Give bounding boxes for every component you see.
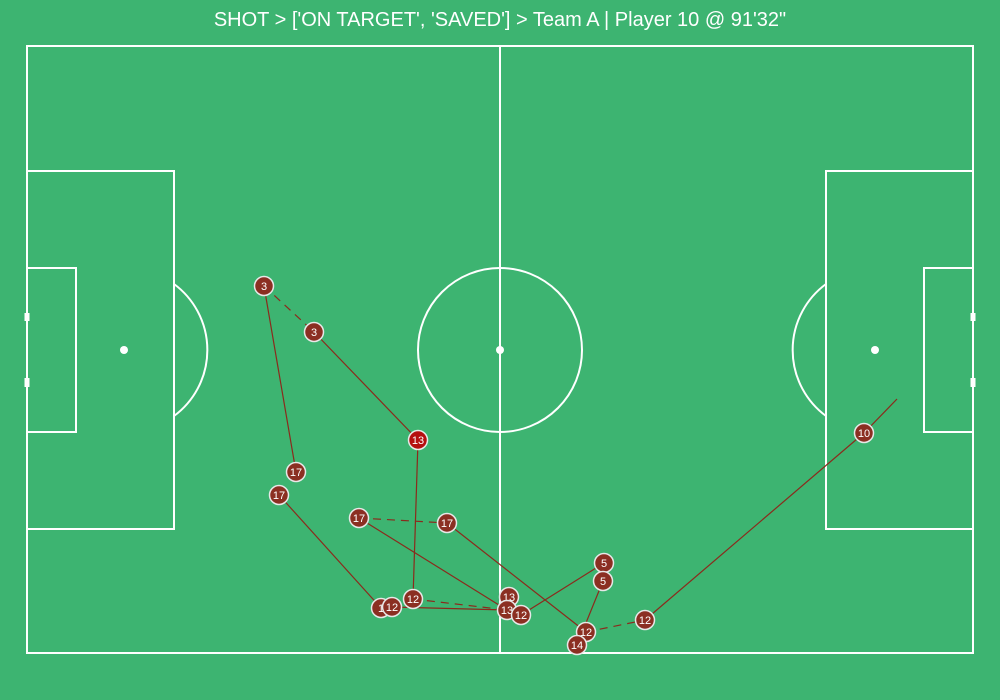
- left-penalty-spot: [120, 346, 128, 354]
- player-number: 10: [858, 428, 870, 440]
- player-number: 12: [515, 610, 527, 622]
- player-marker: 10: [853, 422, 875, 444]
- pitch-diagram: 3 3 13 17 17 17 17 1 12 12 13 13 12 5 5 12 14 12 10 SHOT >…: [0, 0, 1000, 700]
- right-penalty-spot: [871, 346, 879, 354]
- pitch-canvas: 3313171717 171 1212 1313 125512141210: [0, 0, 1000, 700]
- player-number: 5: [600, 576, 606, 588]
- player-marker: 17: [348, 507, 370, 529]
- player-marker: 17: [436, 512, 458, 534]
- player-marker: 14: [566, 634, 588, 656]
- player-marker: 12: [381, 596, 403, 618]
- player-number: 14: [571, 640, 583, 652]
- center-spot: [496, 346, 504, 354]
- player-marker: 3: [253, 275, 275, 297]
- player-number: 17: [273, 490, 285, 502]
- player-marker: 5: [592, 570, 614, 592]
- player-number: 5: [601, 558, 607, 570]
- player-number: 12: [407, 594, 419, 606]
- player-number: 12: [386, 602, 398, 614]
- event-title: SHOT > ['ON TARGET', 'SAVED'] > Team A |…: [213, 9, 787, 31]
- player-number: 17: [441, 518, 453, 530]
- player-marker: 12: [402, 588, 424, 610]
- player-number: 17: [290, 467, 302, 479]
- player-marker: 5: [593, 552, 615, 574]
- player-number: 12: [639, 615, 651, 627]
- player-number: 13: [412, 435, 424, 447]
- player-number: 17: [353, 513, 365, 525]
- player-marker: 12: [510, 604, 532, 626]
- player-marker: 17: [268, 484, 290, 506]
- player-marker: 17: [285, 461, 307, 483]
- player-marker: 3: [303, 321, 325, 343]
- player-marker: 12: [634, 609, 656, 631]
- player-marker: 13: [407, 429, 429, 451]
- player-number: 3: [311, 327, 317, 339]
- player-number: 3: [261, 281, 267, 293]
